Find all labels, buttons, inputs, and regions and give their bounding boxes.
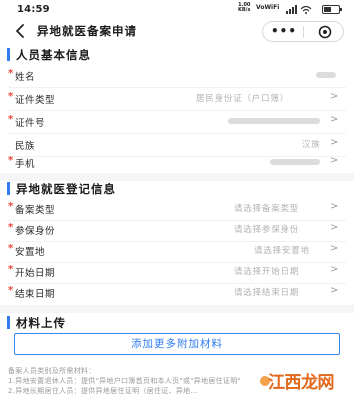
field-placeholder: 请选择备案类型 bbox=[234, 204, 300, 214]
note-line: 2.异地长期居住人员：提供异地居住证明（居住证、异地… bbox=[8, 387, 198, 395]
vowifi-label: VoWiFi bbox=[256, 4, 280, 11]
section-accent-bar bbox=[7, 182, 10, 195]
signal-icon bbox=[286, 5, 312, 14]
field-start-date[interactable]: * 开始日期 请选择开始日期 > bbox=[0, 261, 354, 283]
battery-icon bbox=[322, 5, 342, 14]
required-mark: * bbox=[8, 243, 14, 254]
field-id-type[interactable]: * 证件类型 居民身份证（户口簿） > bbox=[0, 88, 354, 110]
watermark-text: 江西龙网 bbox=[268, 373, 335, 393]
page-title: 异地就医备案申请 bbox=[37, 24, 137, 38]
required-mark: * bbox=[8, 114, 14, 125]
field-placeholder: 请选择结束日期 bbox=[234, 288, 300, 298]
field-name[interactable]: * 姓名 bbox=[0, 65, 354, 87]
field-label: 参保身份 bbox=[15, 226, 56, 237]
field-settlement-place[interactable]: * 安置地 请选择安置地 > bbox=[0, 240, 354, 262]
note-line: 1.异地安置退休人员：提供"异地户口簿首页和本人页"或"异地居住证明" bbox=[8, 377, 242, 385]
note-line: 备案人员类别及所需材料： bbox=[8, 367, 96, 375]
masked-value bbox=[316, 72, 336, 78]
app-screen: 14:59 1.00 KB/s VoWiFi 异地就医备案申请 ••• 人员基本… bbox=[0, 0, 354, 402]
field-end-date[interactable]: * 结束日期 请选择结束日期 > bbox=[0, 282, 354, 304]
field-label: 姓名 bbox=[15, 72, 36, 83]
chevron-right-icon: > bbox=[330, 155, 339, 166]
field-value: 汉族 bbox=[302, 140, 321, 150]
field-phone[interactable]: * 手机 > bbox=[0, 152, 354, 174]
field-insured-identity[interactable]: * 参保身份 请选择参保身份 > bbox=[0, 219, 354, 241]
section-accent-bar bbox=[7, 316, 10, 329]
mini-program-capsule: ••• bbox=[262, 21, 344, 42]
status-time: 14:59 bbox=[17, 4, 50, 15]
field-placeholder: 请选择参保身份 bbox=[234, 225, 300, 235]
chevron-right-icon: > bbox=[330, 114, 339, 125]
masked-value bbox=[228, 118, 320, 124]
field-label: 民族 bbox=[15, 141, 36, 152]
section-title: 材料上传 bbox=[16, 316, 66, 330]
more-dots-icon[interactable]: ••• bbox=[271, 24, 297, 38]
section-title: 异地就医登记信息 bbox=[16, 182, 116, 196]
field-label: 证件号 bbox=[15, 118, 46, 129]
section-accent-bar bbox=[7, 48, 10, 61]
section-gap bbox=[0, 305, 354, 313]
site-watermark: 江西龙网 bbox=[260, 362, 350, 400]
masked-value bbox=[270, 159, 320, 165]
field-placeholder: 请选择安置地 bbox=[254, 246, 310, 256]
field-value: 居民身份证（户口簿） bbox=[196, 94, 290, 104]
add-materials-button[interactable]: 添加更多附加材料 bbox=[14, 333, 340, 355]
required-mark: * bbox=[8, 264, 14, 275]
status-bar: 14:59 1.00 KB/s VoWiFi bbox=[0, 0, 354, 18]
chevron-right-icon: > bbox=[330, 137, 339, 148]
required-mark: * bbox=[8, 68, 14, 79]
capsule-divider bbox=[303, 26, 304, 38]
chevron-left-icon[interactable] bbox=[12, 22, 30, 40]
chevron-right-icon: > bbox=[330, 264, 339, 275]
materials-notes: 备案人员类别及所需材料： 1.异地安置退休人员：提供"异地户口簿首页和本人页"或… bbox=[8, 366, 268, 396]
field-label: 结束日期 bbox=[15, 289, 56, 300]
chevron-right-icon: > bbox=[330, 201, 339, 212]
required-mark: * bbox=[8, 285, 14, 296]
target-close-icon[interactable] bbox=[318, 25, 332, 39]
field-label: 开始日期 bbox=[15, 268, 56, 279]
chevron-right-icon: > bbox=[330, 222, 339, 233]
section-title: 人员基本信息 bbox=[16, 48, 91, 62]
field-label: 安置地 bbox=[15, 247, 46, 258]
required-mark: * bbox=[8, 222, 14, 233]
section-register-info: 异地就医登记信息 bbox=[0, 180, 354, 198]
field-label: 备案类型 bbox=[15, 205, 56, 216]
required-mark: * bbox=[8, 91, 14, 102]
field-id-number[interactable]: * 证件号 > bbox=[0, 111, 354, 133]
section-basic-info: 人员基本信息 bbox=[0, 46, 354, 64]
field-label: 证件类型 bbox=[15, 95, 56, 106]
nav-header: 异地就医备案申请 ••• bbox=[0, 18, 354, 44]
field-filing-type[interactable]: * 备案类型 请选择备案类型 > bbox=[0, 198, 354, 220]
section-materials: 材料上传 bbox=[0, 314, 354, 332]
required-mark: * bbox=[8, 155, 14, 166]
chevron-right-icon: > bbox=[330, 243, 339, 254]
chevron-right-icon: > bbox=[330, 91, 339, 102]
chevron-right-icon: > bbox=[330, 285, 339, 296]
field-placeholder: 请选择开始日期 bbox=[234, 267, 300, 277]
field-label: 手机 bbox=[15, 159, 36, 170]
network-speed: 1.00 KB/s bbox=[238, 2, 251, 13]
required-mark: * bbox=[8, 201, 14, 212]
